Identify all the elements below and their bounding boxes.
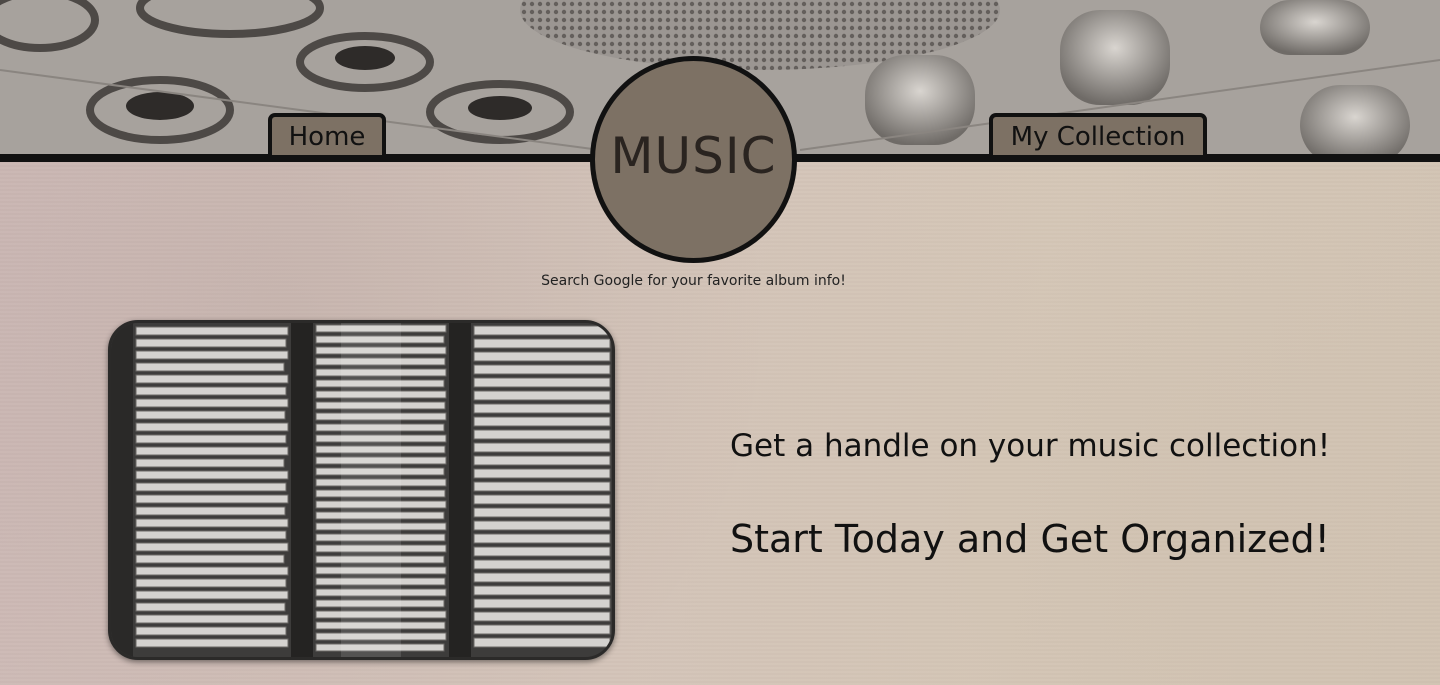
tagline-secondary: Start Today and Get Organized! (730, 517, 1330, 561)
nav-tab-home[interactable]: Home (268, 113, 386, 155)
search-hint-text: Search Google for your favorite album in… (541, 273, 846, 289)
music-logo[interactable]: MUSIC (590, 56, 797, 263)
nav-tab-my-collection[interactable]: My Collection (989, 113, 1207, 155)
logo-text: MUSIC (610, 127, 777, 185)
cd-collection-photo (108, 320, 615, 660)
tagline-primary: Get a handle on your music collection! (730, 428, 1331, 464)
